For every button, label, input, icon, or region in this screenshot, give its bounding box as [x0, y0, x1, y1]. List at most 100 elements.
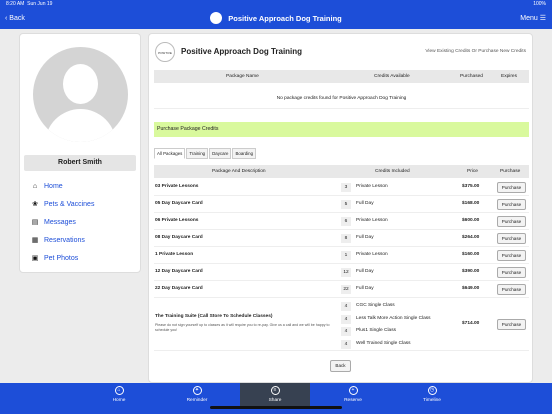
- hamburger-icon: ☰: [539, 15, 546, 22]
- package-price: $264.00: [462, 235, 480, 240]
- package-name: 06 Private Lessons: [155, 218, 199, 223]
- avatar: [33, 47, 128, 142]
- purchase-button[interactable]: Purchase: [497, 199, 526, 210]
- tab-label: Home: [112, 398, 126, 403]
- credits-table-header: Package Name Credits Available Purchased…: [154, 70, 529, 83]
- credit-quantity: 3: [341, 183, 351, 192]
- bottom-tab-bar: ⌂ Home ✦ Reminder ≡ Share + Reserve ◷ Timeline: [0, 383, 552, 414]
- purchase-button[interactable]: Purchase: [497, 182, 526, 193]
- credit-quantity: 12: [341, 268, 351, 277]
- sidebar: Robert Smith ⌂ Home ❀ Pets & Vaccines ▤ Messa…: [19, 33, 141, 273]
- credit-description: Full Day: [356, 269, 374, 274]
- brand-logo: [210, 12, 223, 25]
- credit-quantity: 8: [341, 234, 351, 243]
- back-bottom-button[interactable]: Back: [330, 360, 351, 372]
- battery-indicator: 100%: [533, 1, 546, 7]
- table-row: 06 Private Lessons 6 Private Lesson $600.00…: [154, 213, 529, 230]
- tab-boarding[interactable]: Boarding: [232, 148, 257, 159]
- package-name: 03 Private Lessons: [155, 184, 199, 189]
- credit-description: Private Lesson: [356, 218, 388, 223]
- package-price: $160.00: [462, 252, 480, 257]
- sidebar-item-reservations[interactable]: ▦ Reservations: [30, 234, 130, 248]
- purchase-button[interactable]: Purchase: [497, 319, 526, 330]
- sidebar-item-label: Pets & Vaccines: [44, 201, 95, 208]
- package-name: 08 Day Daycare Card: [155, 235, 203, 240]
- credit-quantity: 4: [341, 327, 351, 336]
- credit-description: Well Trained Single Class: [356, 340, 411, 346]
- table-row: 03 Private Lessons 3 Private Lesson $375.00…: [154, 179, 529, 196]
- page-title: Positive Approach Dog Training: [181, 47, 303, 56]
- credits-link[interactable]: View Existing Credits Or Purchase New Cr…: [425, 49, 526, 54]
- purchase-section-header: Purchase Package Credits: [154, 122, 529, 137]
- credit-description: Less Talk More Action Single Class: [356, 315, 431, 321]
- package-name: 05 Day Daycare Card: [155, 201, 203, 206]
- purchase-button[interactable]: Purchase: [497, 250, 526, 261]
- sidebar-item-messages[interactable]: ▤ Messages: [30, 216, 130, 230]
- table-row: 1 Private Lesson 1 Private Lesson $160.00 Pu…: [154, 247, 529, 264]
- package-price: $649.00: [462, 286, 480, 291]
- business-logo: POSITIVE APPROACH: [155, 42, 175, 75]
- packages-table-header: Package And Description Credits Included…: [154, 165, 529, 178]
- package-name: 22 Day Daycare Card: [155, 286, 203, 291]
- credit-description: CGC Single Class: [356, 303, 395, 308]
- app-title: Positive Approach Dog Training: [0, 12, 552, 25]
- share-icon: ≡: [270, 386, 280, 395]
- tab-reserve[interactable]: + Reserve: [318, 386, 388, 403]
- clock-icon: ◷: [427, 386, 437, 395]
- table-row: 08 Day Daycare Card 8 Full Day $264.00 Purch…: [154, 230, 529, 247]
- empty-credits-message: No package credits found for Positive Ap…: [154, 89, 529, 109]
- home-indicator: [210, 406, 342, 409]
- tab-label: Share: [268, 398, 282, 403]
- package-price: $375.00: [462, 184, 480, 189]
- user-name: Robert Smith: [24, 155, 136, 171]
- paw-icon: ❀: [32, 201, 38, 208]
- purchase-button[interactable]: Purchase: [497, 233, 526, 244]
- home-icon: ⌂: [114, 386, 124, 395]
- credit-quantity: 6: [341, 217, 351, 226]
- tab-share[interactable]: ≡ Share: [240, 383, 310, 406]
- table-row: 22 Day Daycare Card 22 Full Day $649.00 Purc…: [154, 281, 529, 298]
- credit-description: Private Lesson: [356, 252, 388, 257]
- plus-icon: +: [348, 386, 358, 395]
- tab-all-packages[interactable]: All Packages: [154, 148, 186, 159]
- calendar-icon: ▦: [31, 237, 39, 244]
- sidebar-item-label: Pet Photos: [44, 255, 79, 262]
- purchase-button[interactable]: Purchase: [497, 284, 526, 295]
- home-icon: ⌂: [32, 183, 38, 190]
- credit-description: Plus1 Single Class: [356, 328, 396, 333]
- purchase-button[interactable]: Purchase: [497, 216, 526, 227]
- credit-quantity: 22: [341, 285, 351, 294]
- tab-training[interactable]: Training: [186, 148, 209, 159]
- main-panel: POSITIVE APPROACH Positive Approach Dog …: [148, 33, 533, 383]
- purchase-button[interactable]: Purchase: [497, 267, 526, 278]
- credit-quantity: 5: [341, 200, 351, 209]
- sidebar-item-label: Messages: [44, 219, 76, 226]
- credit-quantity: 4: [341, 302, 351, 311]
- table-row: 05 Day Daycare Card 5 Full Day $168.00 Purch…: [154, 196, 529, 213]
- sidebar-item-label: Home: [44, 183, 63, 190]
- credit-description: Private Lesson: [356, 184, 388, 189]
- sidebar-item-label: Reservations: [44, 237, 85, 244]
- tab-label: Reserve: [344, 398, 362, 403]
- tab-daycare[interactable]: Daycare: [209, 148, 232, 159]
- sidebar-item-pet-photos[interactable]: ▣ Pet Photos: [30, 252, 130, 266]
- package-price: $390.00: [462, 269, 480, 274]
- package-price: $714.00: [462, 321, 480, 326]
- credit-description: Full Day: [356, 286, 374, 291]
- package-price: $168.00: [462, 201, 480, 206]
- credit-quantity: 4: [341, 314, 351, 324]
- status-time: 8:20 AM Sun Jun 19: [6, 1, 53, 7]
- sidebar-item-home[interactable]: ⌂ Home: [30, 180, 130, 194]
- package-name: 12 Day Daycare Card: [155, 269, 203, 274]
- photo-icon: ▣: [31, 255, 39, 262]
- tab-reminder[interactable]: ✦ Reminder: [162, 386, 232, 403]
- tab-home[interactable]: ⌂ Home: [84, 386, 154, 403]
- credit-description: Full Day: [356, 201, 374, 206]
- menu-button[interactable]: Menu ☰: [520, 13, 546, 25]
- message-icon: ▤: [31, 219, 39, 226]
- table-row: 12 Day Daycare Card 12 Full Day $390.00 Purc…: [154, 264, 529, 281]
- tab-timeline[interactable]: ◷ Timeline: [397, 386, 467, 403]
- credit-description: Full Day: [356, 235, 374, 240]
- status-bar: 8:20 AM Sun Jun 19 100%: [0, 0, 552, 9]
- sidebar-item-pets-vaccines[interactable]: ❀ Pets & Vaccines: [30, 198, 130, 212]
